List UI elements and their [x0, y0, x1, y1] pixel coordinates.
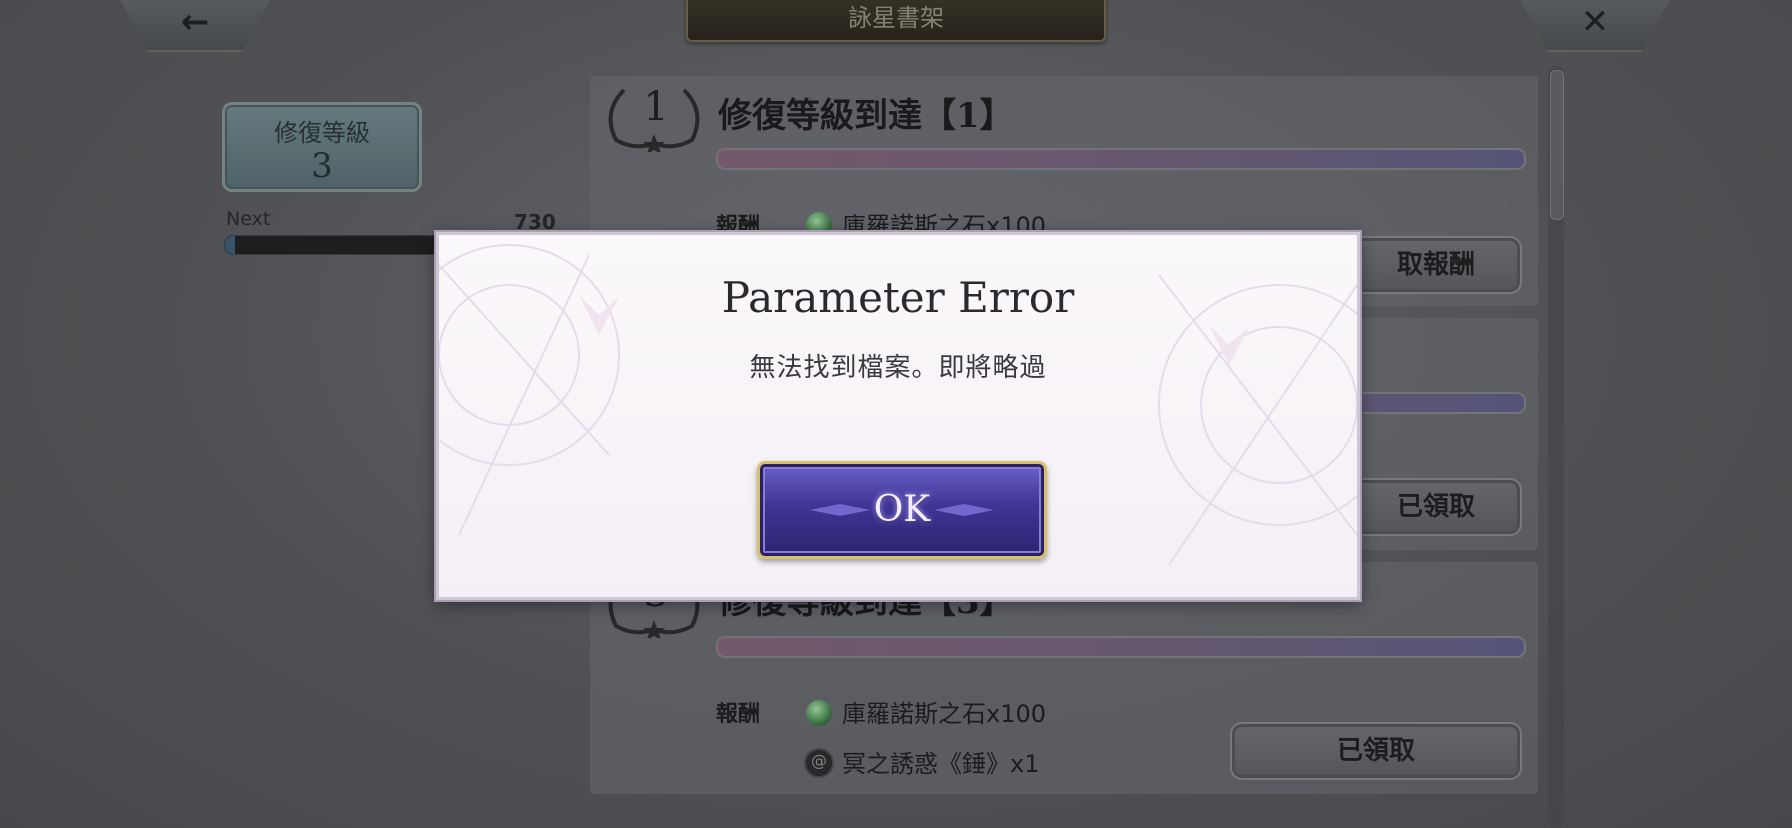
ok-button[interactable]: OK: [757, 461, 1047, 559]
error-dialog: Parameter Error 無法找到檔案。即將略過 OK: [436, 232, 1360, 600]
dialog-message: 無法找到檔案。即將略過: [749, 353, 1047, 383]
dialog-title: Parameter Error: [721, 273, 1075, 322]
ok-label: OK: [873, 489, 931, 530]
